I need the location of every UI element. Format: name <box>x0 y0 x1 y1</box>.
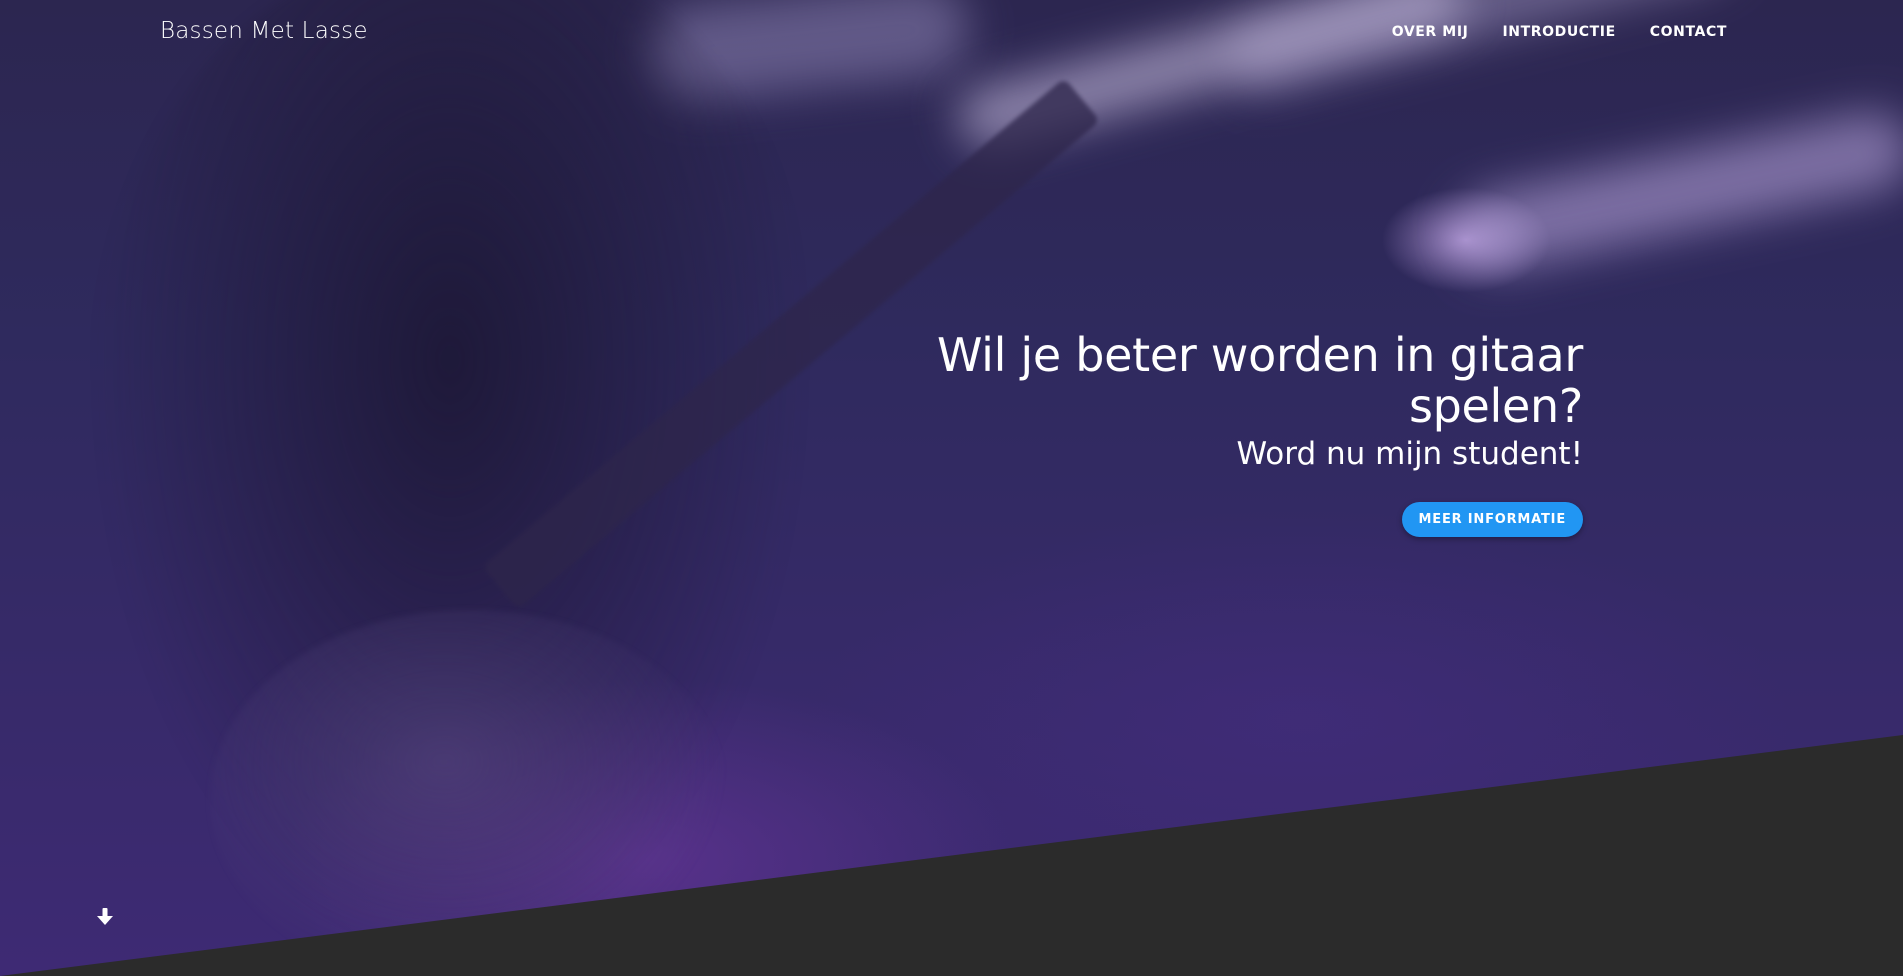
nav-link-introductie[interactable]: INTRODUCTIE <box>1502 24 1615 40</box>
more-info-button[interactable]: MEER INFORMATIE <box>1401 502 1583 537</box>
arrow-down-icon <box>97 908 113 925</box>
nav-link-over-mij[interactable]: OVER MIJ <box>1392 24 1469 40</box>
nav-link-contact[interactable]: CONTACT <box>1650 24 1727 40</box>
scroll-down-button[interactable] <box>94 906 116 928</box>
hero-text-block: Wil je beter worden in gitaar spelen? Wo… <box>903 330 1583 537</box>
hero-section: Bassen Met Lasse OVER MIJ INTRODUCTIE CO… <box>0 0 1903 976</box>
nav-links: OVER MIJ INTRODUCTIE CONTACT <box>1392 24 1727 40</box>
top-navbar: Bassen Met Lasse OVER MIJ INTRODUCTIE CO… <box>0 0 1903 64</box>
hero-subtitle: Word nu mijn student! <box>1236 436 1583 472</box>
hero-title: Wil je beter worden in gitaar spelen? <box>936 328 1583 433</box>
brand-logo-link[interactable]: Bassen Met Lasse <box>160 18 368 44</box>
guitar-body <box>210 610 730 976</box>
stage-light-beam <box>1451 105 1903 278</box>
